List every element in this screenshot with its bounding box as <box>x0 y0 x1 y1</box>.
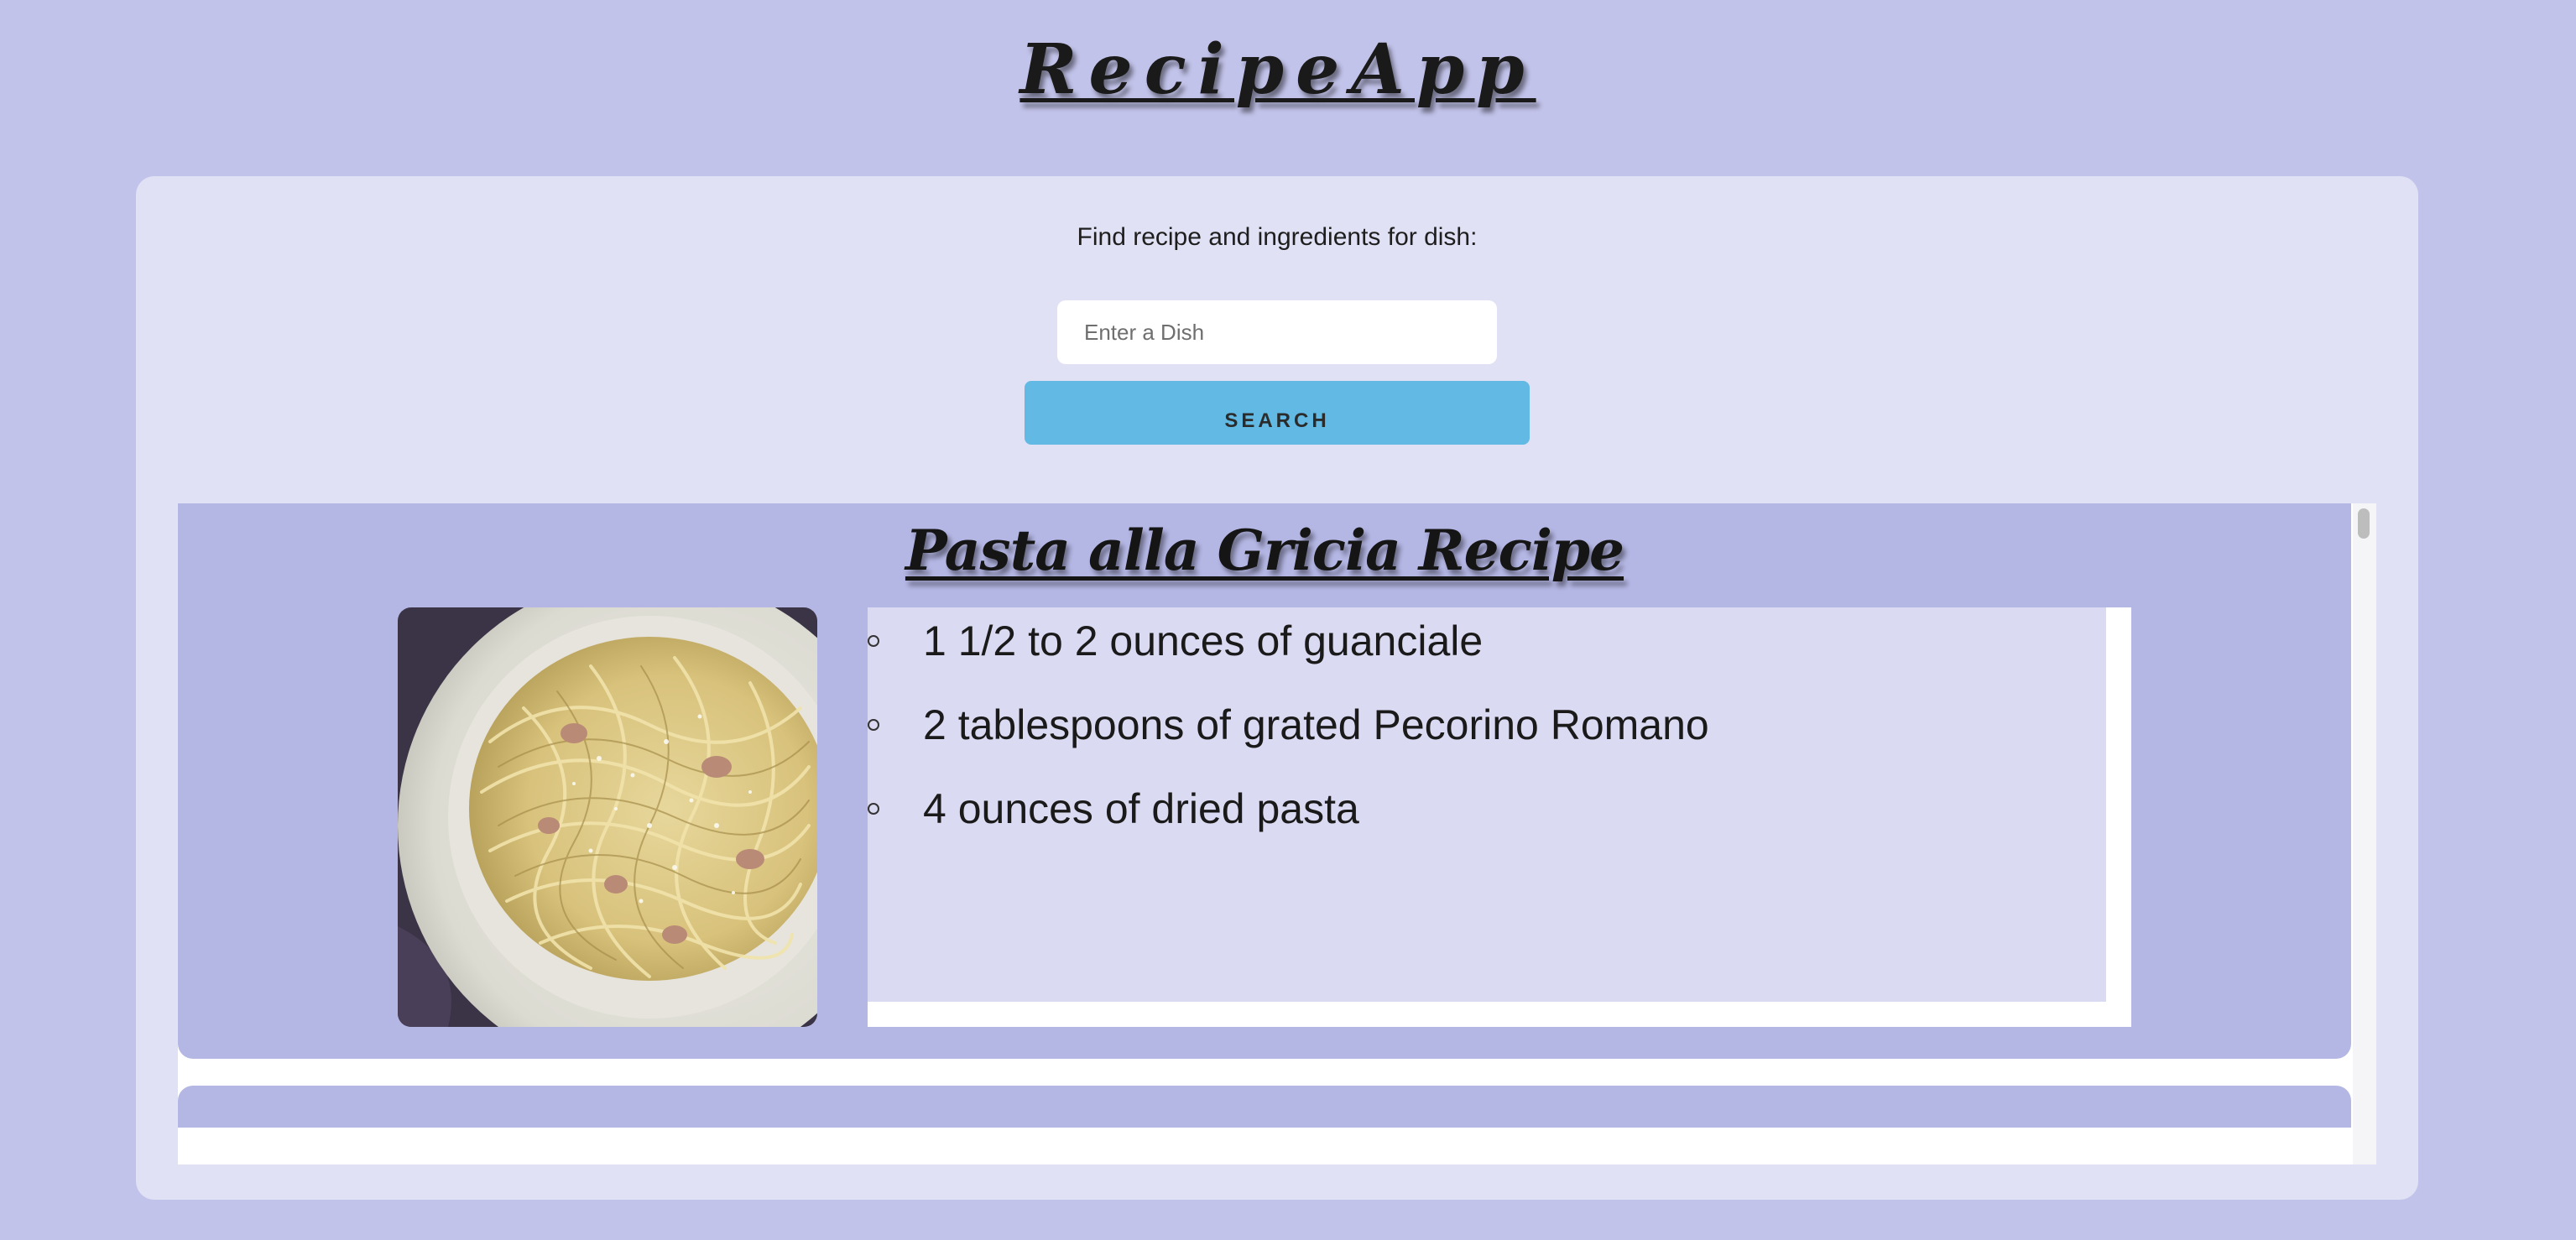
results-scroll-area[interactable]: Pasta alla Gricia Recipe 1 1/2 to 2 ounc… <box>178 503 2376 1164</box>
search-prompt: Find recipe and ingredients for dish: <box>1077 223 1478 251</box>
search-panel: Find recipe and ingredients for dish: SE… <box>136 176 2418 1200</box>
ingredient-text: 2 tablespoons of grated Pecorino Romano <box>923 701 1709 748</box>
results-scrollbar[interactable] <box>2353 503 2376 1164</box>
circle-bullet-icon <box>868 803 879 815</box>
ingredient-text: 4 ounces of dried pasta <box>923 785 1359 832</box>
ingredient-item: 2 tablespoons of grated Pecorino Romano <box>868 691 1709 758</box>
search-button[interactable]: SEARCH <box>1025 381 1530 445</box>
ingredients-list[interactable]: 1 1/2 to 2 ounces of guanciale 2 tablesp… <box>868 607 2131 1027</box>
circle-bullet-icon <box>868 635 879 647</box>
circle-bullet-icon <box>868 719 879 731</box>
recipe-card: Pasta alla Gricia Recipe 1 1/2 to 2 ounc… <box>178 503 2351 1059</box>
ingredients-list-content: 1 1/2 to 2 ounces of guanciale 2 tablesp… <box>868 607 2106 1002</box>
next-recipe-card <box>178 1086 2351 1128</box>
results-scrollbar-thumb[interactable] <box>2358 508 2370 539</box>
dish-search-input[interactable] <box>1057 300 1497 364</box>
ingredient-item: 1 1/2 to 2 ounces of guanciale <box>868 607 1483 675</box>
recipe-image <box>398 607 817 1027</box>
recipe-title: Pasta alla Gricia Recipe <box>905 518 1624 583</box>
ingredient-item: 4 ounces of dried pasta <box>868 775 1359 842</box>
app-title: RecipeApp <box>1019 29 1536 110</box>
ingredient-text: 1 1/2 to 2 ounces of guanciale <box>923 617 1484 664</box>
